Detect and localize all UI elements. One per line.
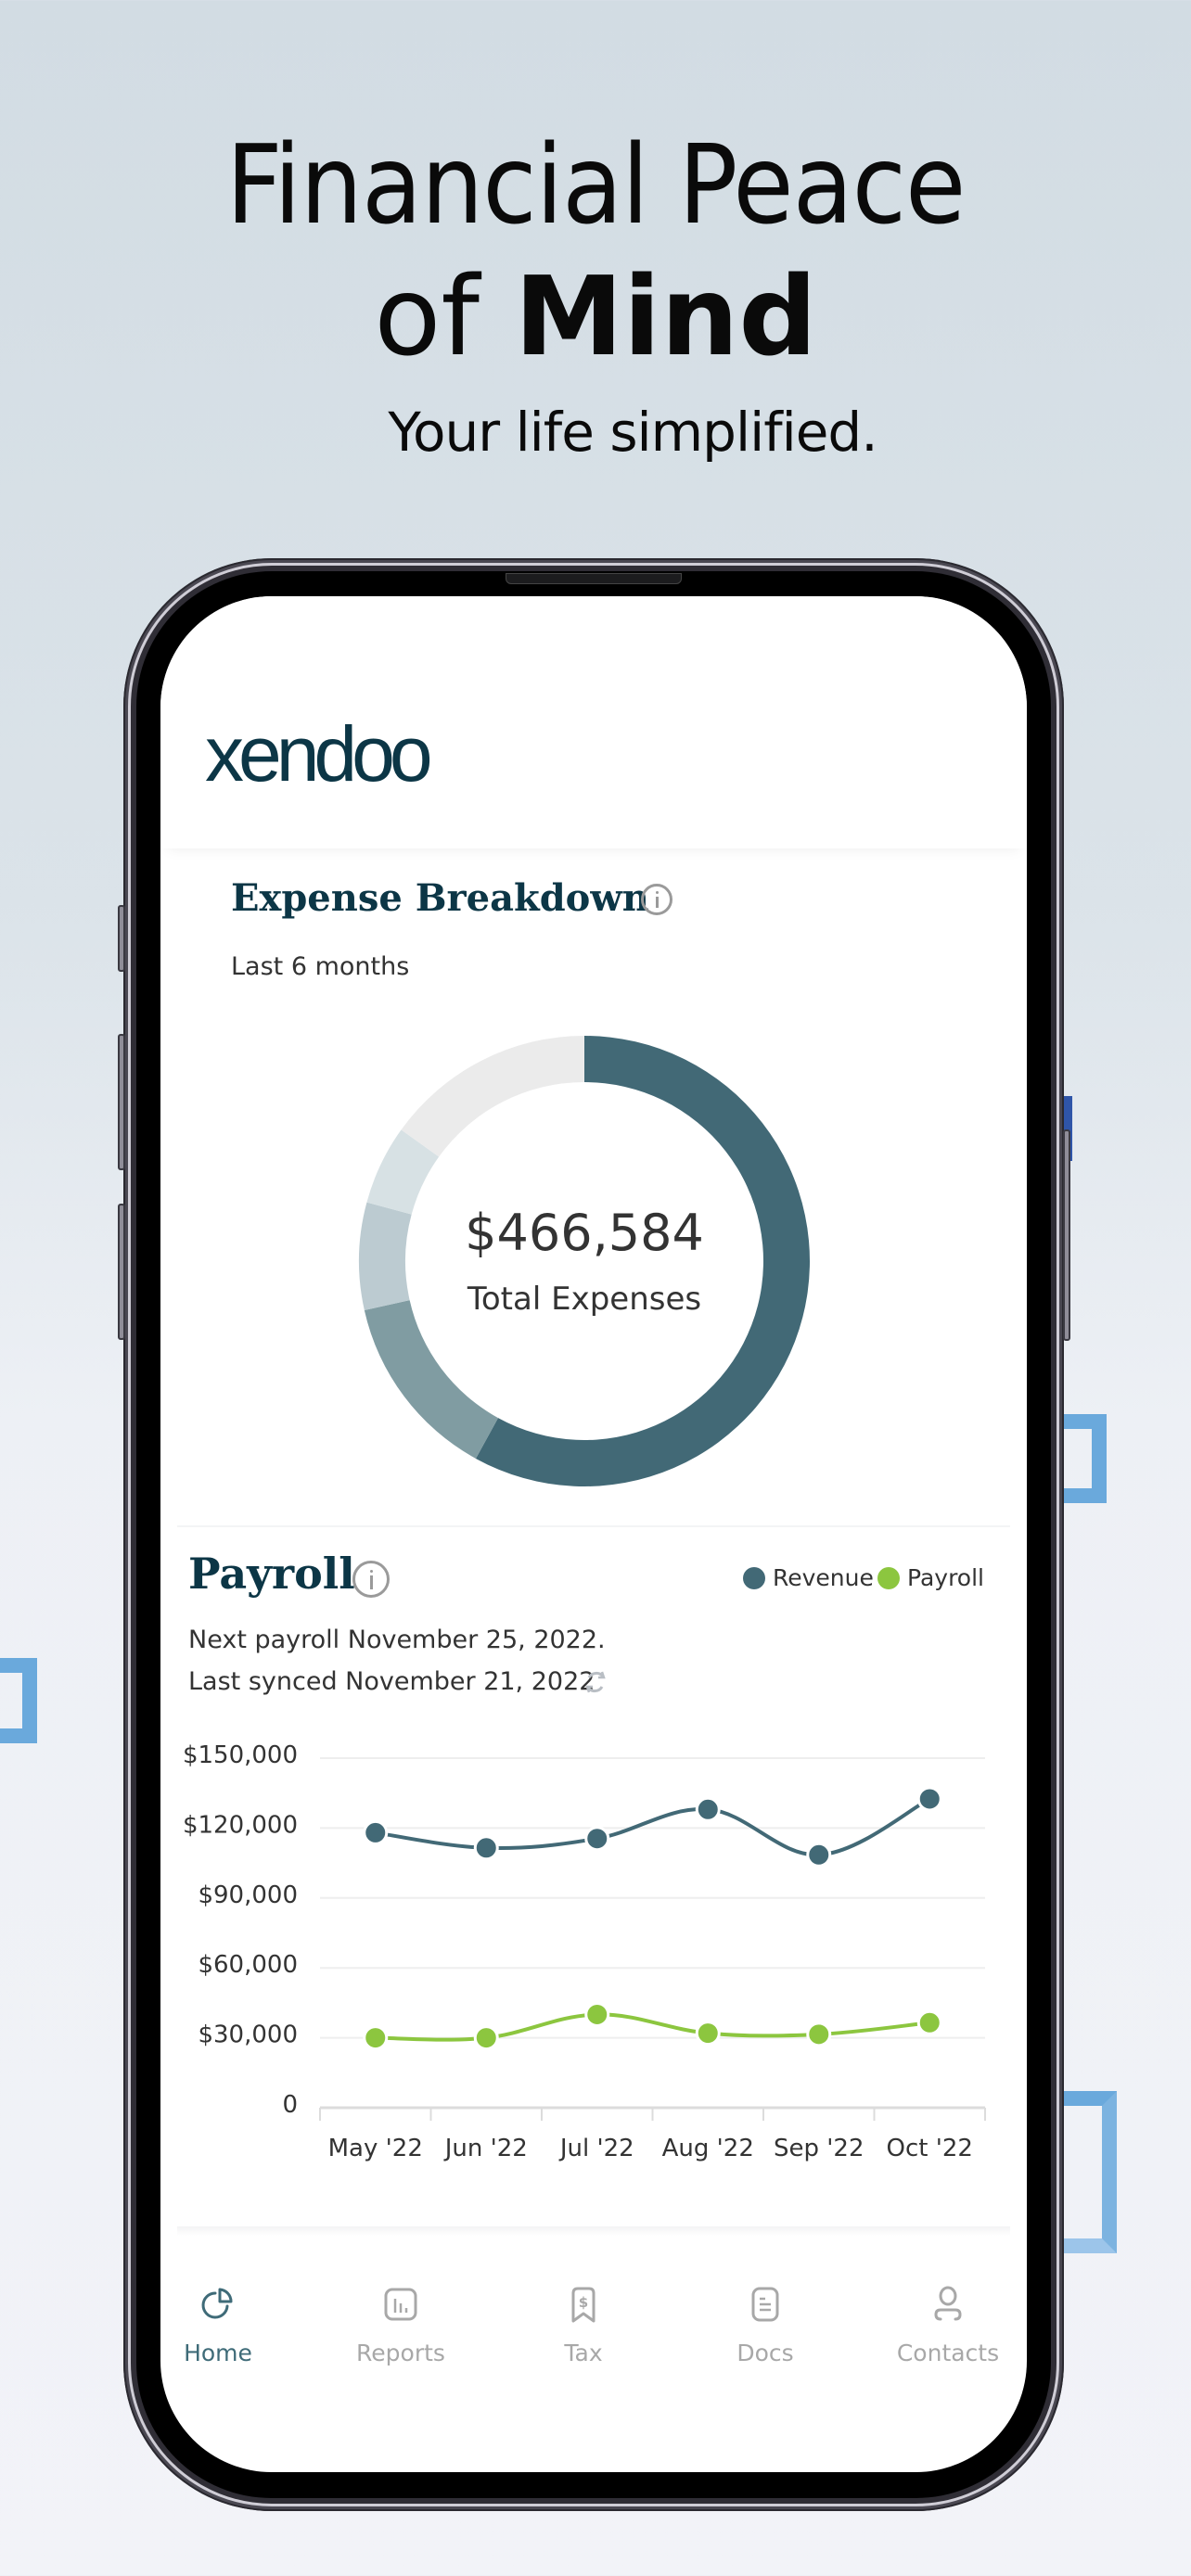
hero-headline-mind: Mind [514,252,817,380]
payroll-title: Payroll [188,1549,355,1599]
speaker-grille [506,573,682,584]
data-point-revenue[interactable] [584,1826,610,1852]
hero-subtitle: Your life simplified. [388,401,877,464]
card-divider [177,1525,1010,1527]
action-button [118,905,125,972]
legend-item-revenue[interactable]: Revenue [743,1564,874,1591]
tab-docs[interactable]: Docs [682,2286,849,2366]
data-point-revenue[interactable] [695,1796,721,1822]
power-button [1063,1129,1070,1341]
tab-label-reports: Reports [356,2340,445,2366]
y-tick-label: $150,000 [183,1741,298,1769]
tab-reports[interactable]: Reports [317,2286,484,2366]
tab-contacts[interactable]: Contacts [864,2286,1027,2366]
payroll-line-chart: 0 $30,000 $60,000 $90,000 $120,000 $150,000 Ma… [183,1741,986,2162]
tab-home[interactable]: Home [160,2286,301,2366]
expense-period-label: Last 6 months [231,952,410,981]
hero-headline-line1: Financial Peace [225,121,967,249]
data-point-payroll[interactable] [584,2001,610,2027]
total-expenses-value: $466,584 [465,1204,704,1262]
data-point-revenue[interactable] [806,1842,832,1868]
last-synced-text: Last synced November 21, 2022 [188,1667,596,1696]
y-tick-label: $60,000 [198,1951,298,1979]
sync-refresh-icon[interactable] [582,1668,609,1696]
bottom-tab-bar: Home Reports $ Tax Docs Contacts [160,2286,1027,2397]
y-tick-label: $30,000 [198,2021,298,2049]
volume-down-button [118,1204,125,1340]
data-point-revenue[interactable] [916,1786,942,1812]
app-header: xendoo [160,596,1027,848]
hero-headline-line2: of Mind [0,252,1191,380]
x-tick-label: Jun '22 [443,2135,528,2162]
tab-label-home: Home [184,2340,252,2366]
tax-receipt-icon: $ [571,2287,596,2323]
data-point-payroll[interactable] [695,2021,721,2047]
data-point-revenue[interactable] [363,1819,389,1845]
expense-breakdown-title: Expense Breakdown [231,876,649,920]
svg-text:$: $ [579,2294,588,2311]
pie-chart-icon [201,2288,233,2319]
donut-slice-1[interactable] [364,1300,499,1459]
document-icon [751,2287,779,2322]
payroll-info-icon[interactable] [352,1561,390,1598]
data-point-revenue[interactable] [473,1835,499,1861]
expense-info-icon[interactable] [641,884,672,915]
content-bottom-edge [177,2226,1010,2236]
donut-slice-4[interactable] [401,1036,584,1157]
xendoo-logo: xendoo [205,710,433,797]
app-screen: xendoo Expense Breakdown Last 6 months $… [160,596,1027,2472]
bar-chart-icon [384,2288,417,2321]
y-tick-label: $120,000 [183,1811,298,1839]
x-tick-label: Oct '22 [887,2135,973,2162]
hero-headline-of: of [374,252,480,380]
legend-item-payroll[interactable]: Payroll [877,1564,984,1591]
next-payroll-text: Next payroll November 25, 2022. [188,1626,606,1654]
y-tick-label: 0 [282,2091,298,2119]
legend-label-revenue: Revenue [773,1564,874,1591]
y-tick-label: $90,000 [198,1881,298,1909]
person-icon [934,2286,962,2321]
tab-label-tax: Tax [564,2340,603,2366]
x-tick-label: May '22 [328,2135,423,2162]
x-tick-label: Sep '22 [774,2135,864,2162]
series-line-payroll [375,2012,930,2042]
legend-dot-payroll [877,1566,900,1589]
tab-tax[interactable]: $ Tax [500,2286,667,2366]
volume-up-button [118,1034,125,1170]
tab-label-docs: Docs [736,2340,794,2366]
series-line-revenue [375,1797,931,1857]
decorative-bracket-left [0,1658,37,1743]
data-point-payroll[interactable] [806,2021,832,2047]
tab-label-contacts: Contacts [896,2340,1000,2366]
x-tick-label: Aug '22 [662,2135,754,2162]
data-point-payroll[interactable] [916,2009,942,2035]
x-tick-label: Jul '22 [558,2135,634,2162]
legend-dot-revenue [743,1566,765,1589]
data-point-payroll[interactable] [363,2025,389,2051]
total-expenses-label: Total Expenses [467,1281,702,1318]
legend-label-payroll: Payroll [907,1564,984,1591]
data-point-payroll[interactable] [473,2025,499,2051]
